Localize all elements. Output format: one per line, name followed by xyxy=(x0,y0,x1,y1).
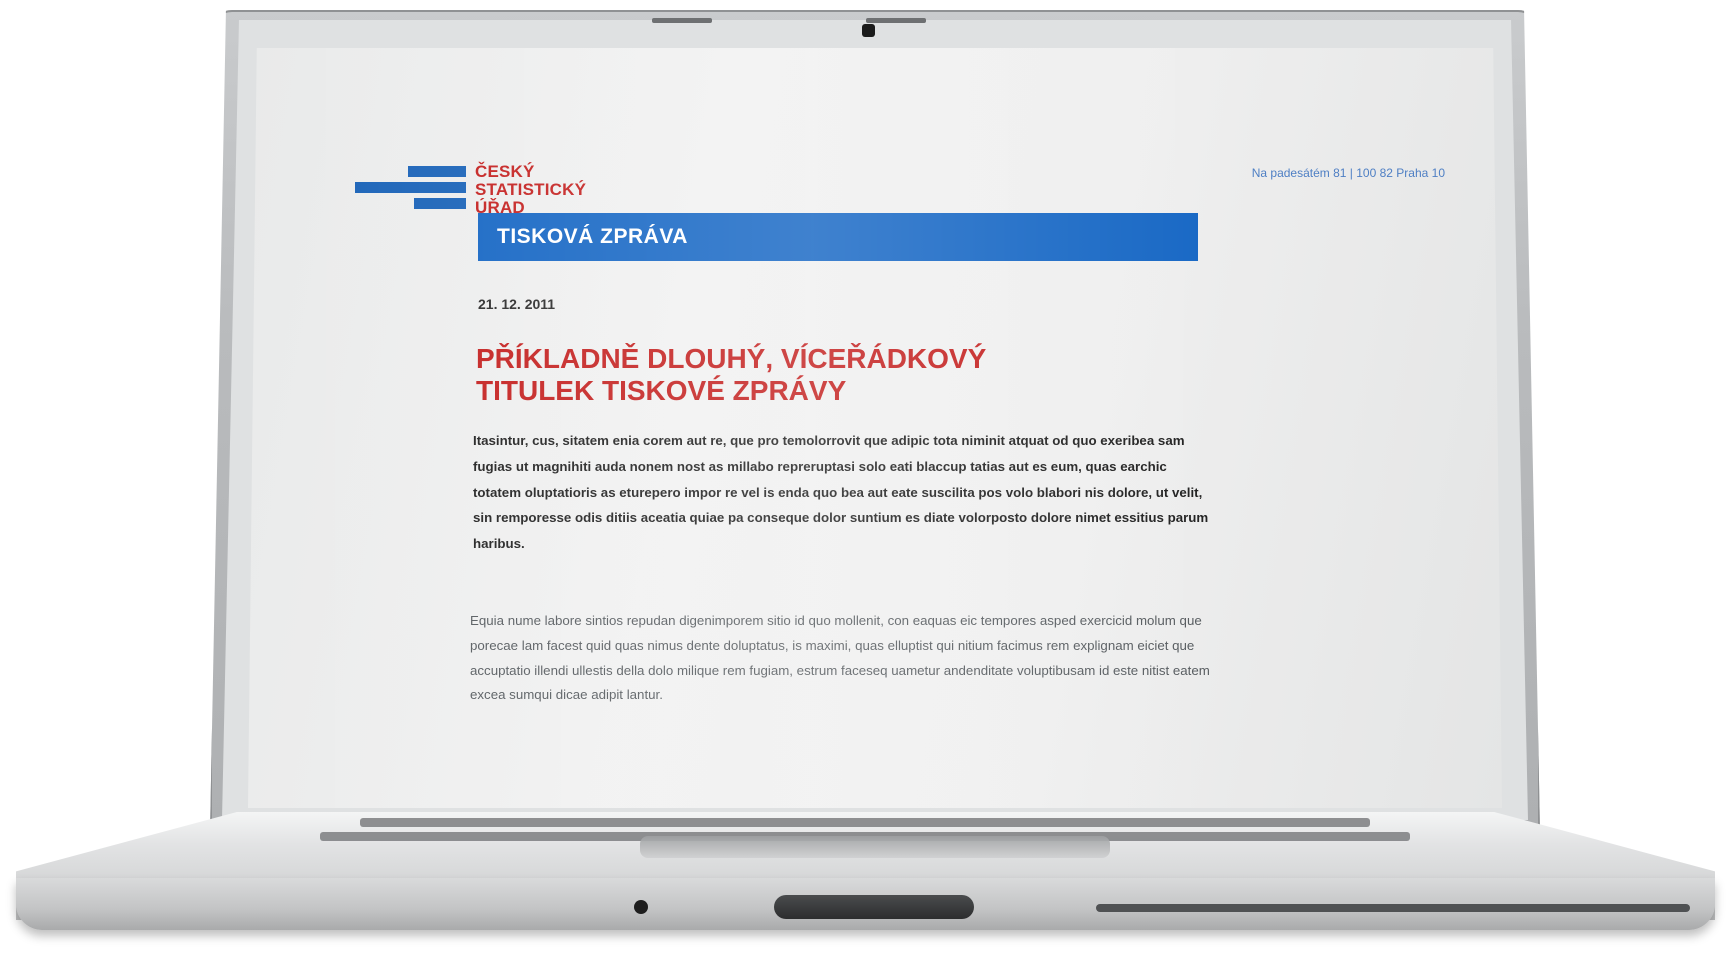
logo-bar-middle xyxy=(355,182,466,193)
logo-line-1: ČESKÝ xyxy=(475,162,535,181)
logo-bar-top xyxy=(408,166,466,177)
keyboard-row-1 xyxy=(360,818,1370,827)
optical-drive-slot xyxy=(1096,904,1690,912)
logo-line-2: STATISTICKÝ xyxy=(475,180,587,199)
headline-line-1: PŘÍKLADNĚ DLOUHÝ, VÍCEŘÁDKOVÝ xyxy=(476,343,987,374)
press-release-headline: PŘÍKLADNĚ DLOUHÝ, VÍCEŘÁDKOVÝ TITULEK TI… xyxy=(476,343,1236,407)
sleep-indicator-icon xyxy=(634,900,648,914)
body-paragraph: Equia nume labore sintios repudan digeni… xyxy=(470,613,1210,703)
trackpad xyxy=(640,836,1110,858)
headline-line-2: TITULEK TISKOVÉ ZPRÁVY xyxy=(476,375,847,406)
logo-wordmark: ČESKÝ STATISTICKÝ ÚŘAD xyxy=(475,163,635,217)
press-release-banner: TISKOVÁ ZPRÁVA xyxy=(478,213,1198,261)
logo-bar-bottom xyxy=(414,198,466,209)
banner-title: TISKOVÁ ZPRÁVA xyxy=(497,225,688,248)
webcam-icon xyxy=(862,24,875,37)
lid-latch xyxy=(774,895,974,919)
release-date: 21. 12. 2011 xyxy=(478,296,556,312)
laptop-screen: ČESKÝ STATISTICKÝ ÚŘAD Na padesátém 81 |… xyxy=(248,48,1502,808)
lead-paragraph: Itasintur, cus, sitatem enia corem aut r… xyxy=(473,433,1209,552)
office-address: Na padesátém 81 | 100 82 Praha 10 xyxy=(1251,166,1445,180)
lid-notch-right xyxy=(866,18,926,23)
lid-notch-left xyxy=(652,18,712,23)
